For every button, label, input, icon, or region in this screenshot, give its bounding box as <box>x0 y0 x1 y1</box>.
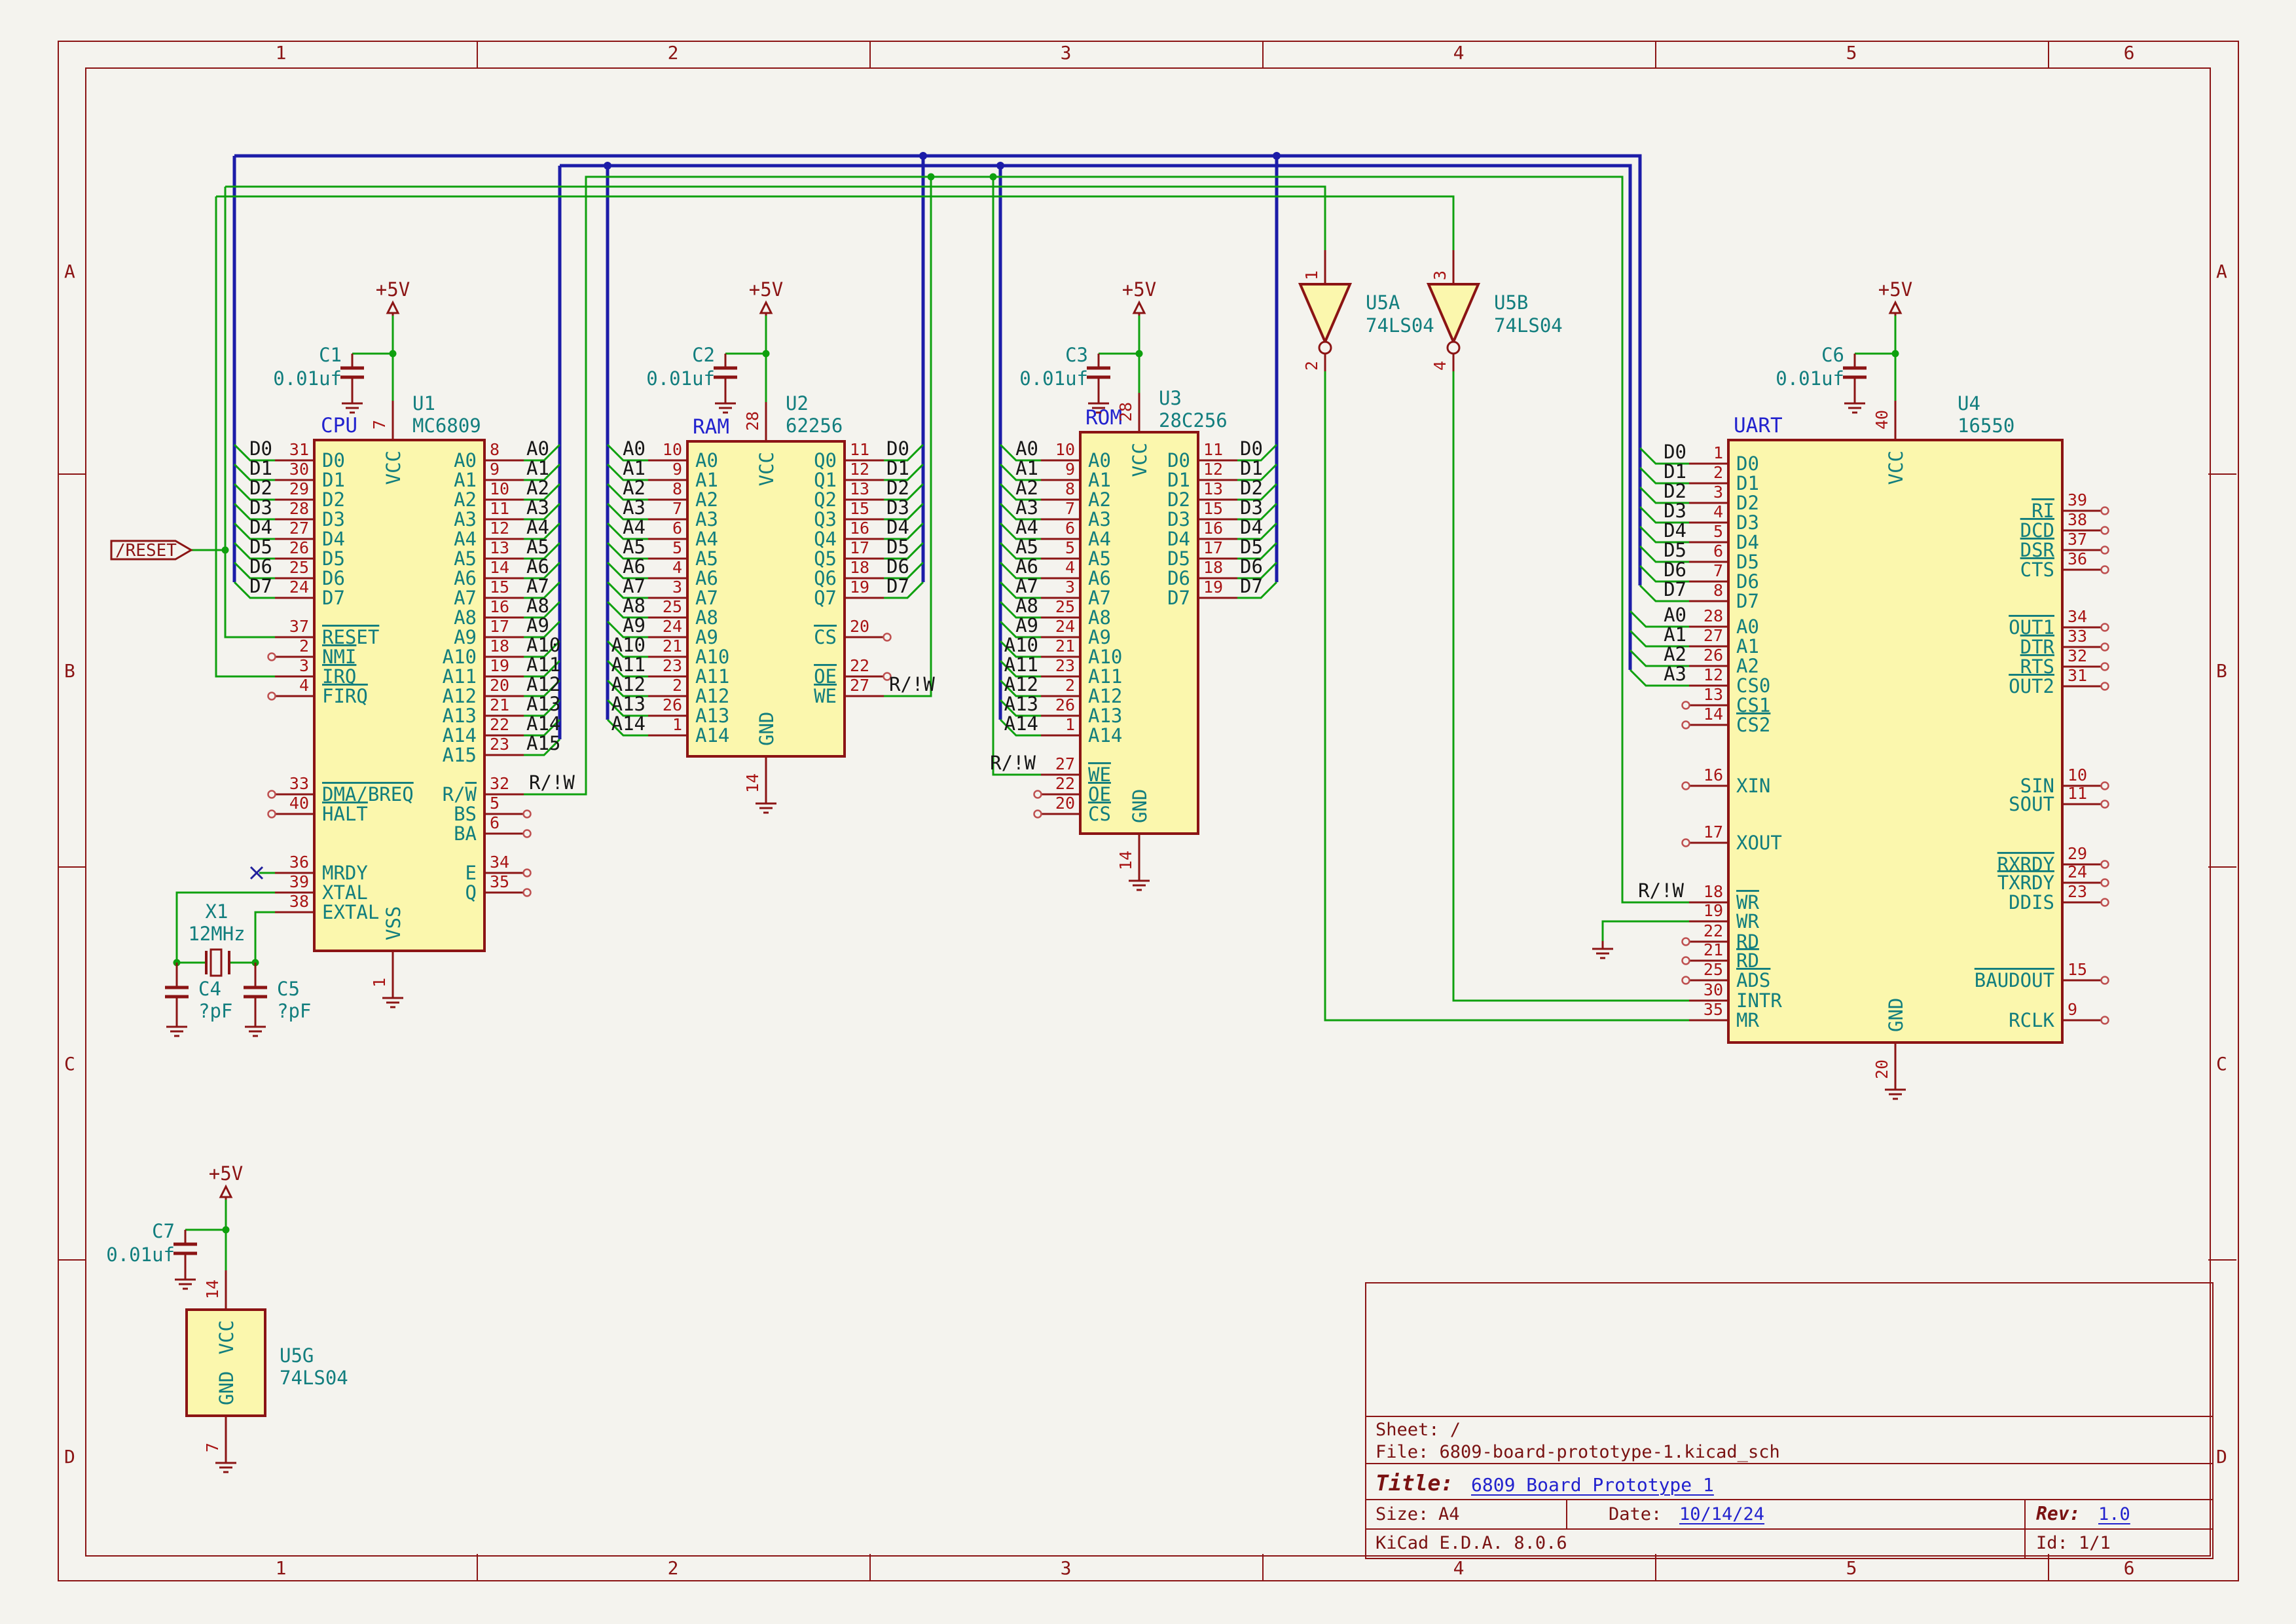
border-col-label: 4 <box>1453 1557 1465 1579</box>
border-col-label: 1 <box>276 1557 287 1579</box>
border-tick <box>2208 866 2236 868</box>
border-row-label: A <box>2216 261 2227 282</box>
border-col-label: 3 <box>1061 1557 1072 1579</box>
titleblock-size: A4 <box>1438 1504 1460 1524</box>
titleblock-rev: 1.0 <box>2098 1504 2130 1524</box>
border-col-label: 4 <box>1453 42 1465 64</box>
border-col-label: 2 <box>668 42 679 64</box>
border-tick <box>58 866 85 868</box>
border-tick <box>477 41 478 67</box>
border-col-label: 5 <box>1846 1557 1857 1579</box>
titleblock-date-label: Date: <box>1609 1504 1662 1524</box>
border-col-label: 6 <box>2124 1557 2135 1579</box>
titleblock-file: File: 6809-board-prototype-1.kicad_sch <box>1376 1442 1780 1462</box>
border-row-label: D <box>2216 1446 2227 1467</box>
border-tick <box>869 41 871 67</box>
border-tick <box>58 473 85 475</box>
border-row-label: B <box>2216 660 2227 682</box>
title-block: Sheet: / File: 6809-board-prototype-1.ki… <box>1365 1282 2214 1559</box>
border-col-label: 6 <box>2124 42 2135 64</box>
border-tick <box>1262 41 1264 67</box>
titleblock-title-label: Title: <box>1376 1470 1453 1496</box>
border-row-label: A <box>64 261 75 282</box>
border-tick <box>477 1554 478 1580</box>
border-tick <box>1262 1554 1264 1580</box>
border-tick <box>2208 473 2236 475</box>
titleblock-rev-label: Rev: <box>2036 1503 2080 1524</box>
border-tick <box>869 1554 871 1580</box>
border-row-label: D <box>64 1446 75 1467</box>
border-row-label: C <box>64 1053 75 1075</box>
border-tick <box>2208 1259 2236 1261</box>
titleblock-title: 6809 Board Prototype 1 <box>1471 1474 1714 1496</box>
border-col-label: 5 <box>1846 42 1857 64</box>
titleblock-date: 10/14/24 <box>1679 1504 1764 1524</box>
schematic-sheet: CPUU1MC680931D0D030D1D129D2D228D3D327D4D… <box>0 0 2296 1624</box>
border-tick <box>58 1259 85 1261</box>
titleblock-size-label: Size: <box>1376 1504 1429 1524</box>
border-row-label: B <box>64 660 75 682</box>
titleblock-sheet: Sheet: / <box>1376 1420 1461 1440</box>
border-col-label: 3 <box>1061 42 1072 64</box>
border-col-label: 2 <box>668 1557 679 1579</box>
border-col-label: 1 <box>276 42 287 64</box>
titleblock-tool: KiCad E.D.A. 8.0.6 <box>1376 1533 1567 1553</box>
titleblock-id: Id: 1/1 <box>2036 1533 2111 1553</box>
border-row-label: C <box>2216 1053 2227 1075</box>
border-tick <box>1655 41 1656 67</box>
border-tick <box>2048 41 2049 67</box>
